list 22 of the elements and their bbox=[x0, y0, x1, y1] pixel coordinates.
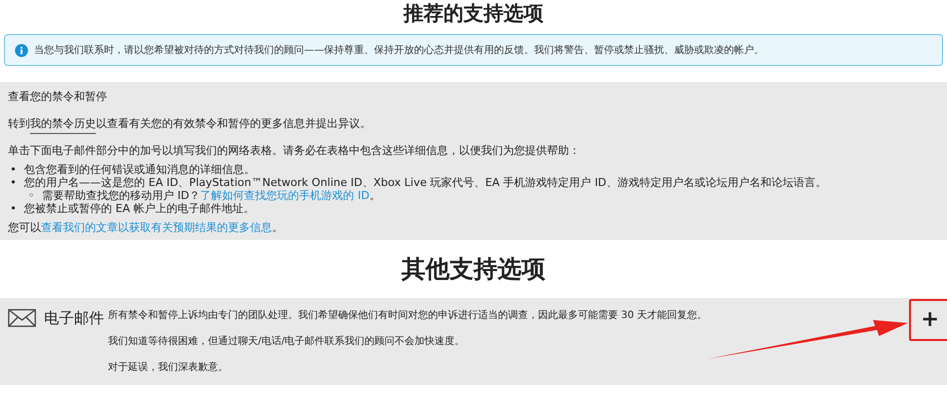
bullet-marker: • bbox=[9, 176, 18, 189]
section-heading: 推荐的支持选项 bbox=[402, 0, 544, 26]
list-item-text: 包含您看到的任何错误或通知消息的详细信息。 bbox=[24, 163, 255, 176]
option-label: 电子邮件 bbox=[44, 308, 104, 328]
notice-text: 当您与我们联系时，请以您希望被对待的方式对待我们的顾问——保持尊重、保持开放的心态并提供有用的反馈。我们将警告、暂停或禁止骚扰、威胁或欺凌的帐户。 bbox=[34, 44, 764, 57]
section-heading: 其他支持选项 bbox=[400, 254, 546, 284]
bullet-marker: • bbox=[9, 202, 18, 215]
bullet-marker: • bbox=[9, 163, 18, 176]
article-text: 您可以查看我们的文章以获取有关预期结果的更多信息。 bbox=[8, 221, 284, 234]
bullet-marker: ◦ bbox=[27, 189, 36, 202]
list-item-text: 需要帮助查找您的移动用户 ID？了解如何查找您玩的手机游戏的 ID。 bbox=[42, 189, 380, 202]
list-item-text: 您被禁止或暂停的 EA 帐户上的电子邮件地址。 bbox=[24, 202, 254, 215]
option-text: 所有禁令和暂停上诉均由专门的团队处理。我们希望确保他们有时间对您的申诉进行适当的调查，因此最多可能需要 30 天才能回复您。 bbox=[108, 310, 708, 322]
list-item-text: 您的用户名——这是您的 EA ID、PlayStation™Network Online ID、Xbox Live 玩家代号、EA 手机游戏特定用户 ID、游戏特定用户名或论坛用户名和论坛语言。 bbox=[24, 176, 826, 189]
envelope-icon bbox=[8, 309, 36, 327]
panel-title: 查看您的禁令和暂停 bbox=[8, 90, 108, 103]
option-text: 对于延误，我们深表歉意。 bbox=[108, 362, 229, 374]
info-icon bbox=[15, 44, 28, 56]
expand-button[interactable]: + bbox=[917, 306, 943, 334]
option-text: 我们知道等待很困难，但通过聊天/电话/电子邮件联系我们的顾问不会加快速度。 bbox=[108, 336, 466, 348]
history-link[interactable]: 我的禁令历史 bbox=[30, 117, 96, 134]
instructions-text: 单击下面电子邮件部分中的加号以填写我们的网络表格。请务必在表格中包含这些详细信息，以便我们为您提供帮助： bbox=[8, 144, 581, 157]
